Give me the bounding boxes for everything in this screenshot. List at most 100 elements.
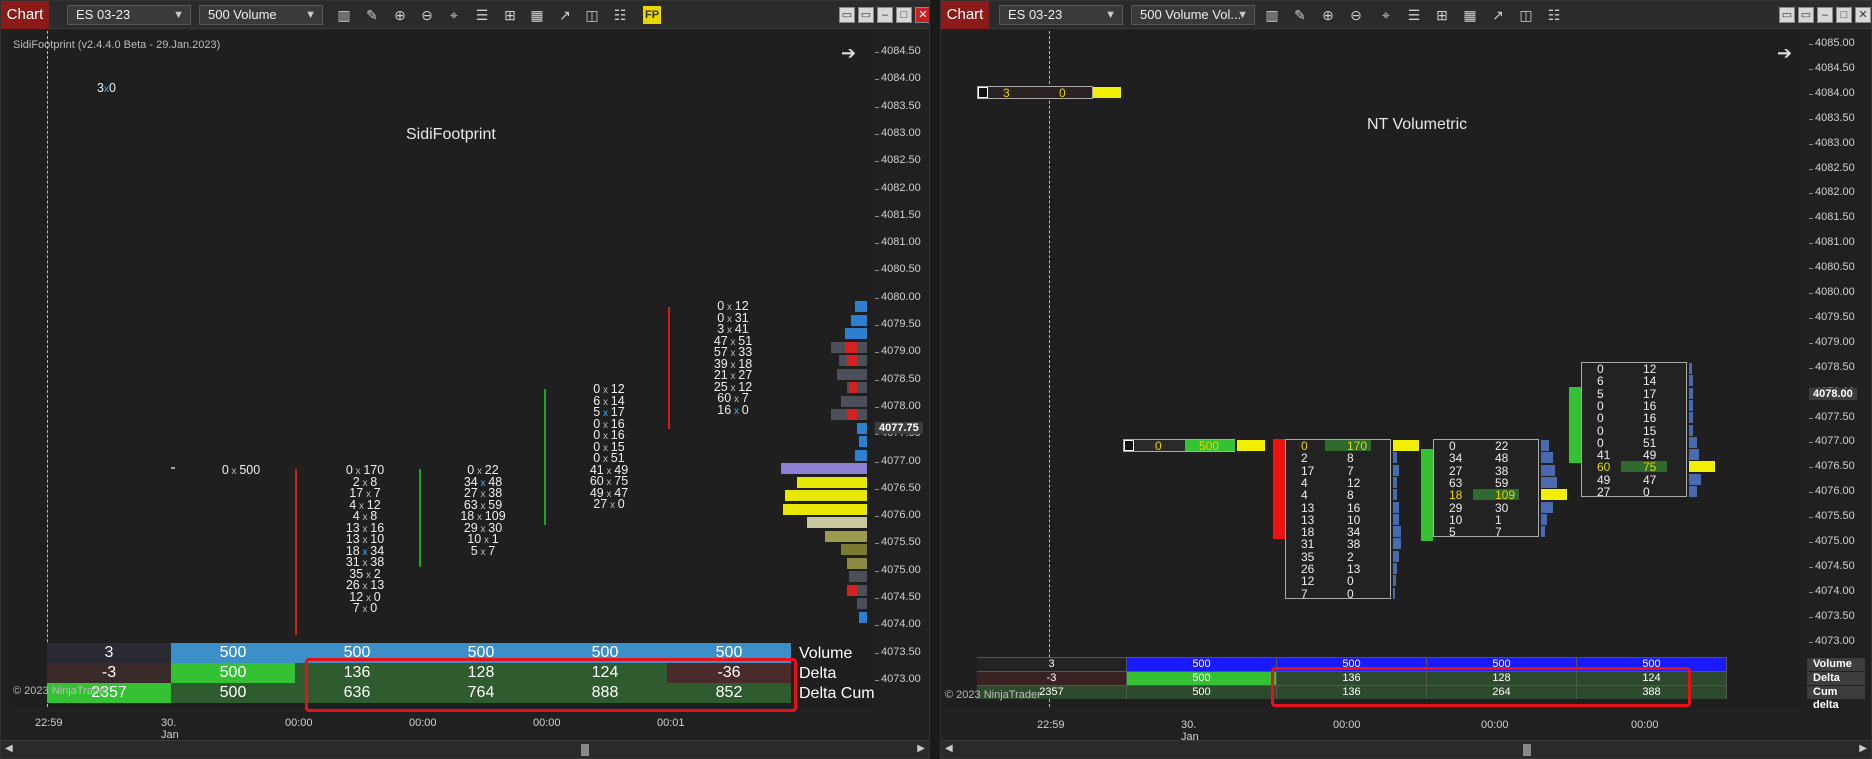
bar-volume-profile <box>1689 412 1693 424</box>
volumetric-candle <box>1569 387 1581 463</box>
restore-button[interactable]: ▭ <box>858 7 874 23</box>
zoom-in-icon[interactable]: ⊕ <box>391 6 409 24</box>
period-dropdown[interactable]: 500 Volume Vol... ▼ <box>1131 5 1255 25</box>
scroll-left-icon[interactable]: ◀ <box>5 743 13 754</box>
volume-profile-bar <box>859 436 867 447</box>
draw-pencil-icon[interactable]: ✎ <box>1291 6 1309 24</box>
bar-volume-profile <box>1393 587 1395 599</box>
bar-volume-profile <box>1393 526 1401 538</box>
price-tick-label: 4082.00 <box>875 181 921 194</box>
price-tick-label: 4078.00 <box>875 399 921 412</box>
footprint-row: 27 x 0 <box>579 498 639 511</box>
table-cell: 500 <box>171 643 295 663</box>
price-tick-label: 4079.50 <box>1809 310 1855 323</box>
footprint-row: 6 x 14 <box>579 394 639 407</box>
bid-value: 5 <box>470 543 478 558</box>
templates-icon[interactable]: ⊞ <box>1433 6 1451 24</box>
price-tick-label: 4084.50 <box>875 45 921 57</box>
crosshair-icon[interactable]: ⌖ <box>1377 6 1395 24</box>
price-axis[interactable]: 4085.00 4084.50 4084.00 4083.50 4083.00 4082.… <box>1809 31 1869 707</box>
indicators-icon[interactable]: ◫ <box>1517 6 1535 24</box>
close-button[interactable]: ✕ <box>915 7 929 23</box>
list-icon[interactable]: ☷ <box>611 6 629 24</box>
price-axis[interactable]: 4084.50 4084.00 4083.50 4083.00 4082.50 4082.… <box>875 31 929 707</box>
zoom-out-icon[interactable]: ⊖ <box>418 6 436 24</box>
bar-volume-profile <box>1393 563 1397 574</box>
properties-icon[interactable]: ▦ <box>528 6 546 24</box>
poc-marker <box>1393 440 1419 451</box>
footprint-column: 0 x 12 0 x 31 3 x 41 47 x 51 57 x 33 39 x 18 2… <box>703 300 763 417</box>
table-row-label: Delta (Bar) <box>1807 672 1865 697</box>
volume-profile-bar <box>781 463 867 474</box>
copyright-text: © 2023 NinjaTrader <box>13 685 109 697</box>
tile-button[interactable]: ▭ <box>1779 7 1795 23</box>
scroll-left-icon[interactable]: ◀ <box>945 743 953 754</box>
bar-volume-profile <box>1689 473 1701 485</box>
ask-value: 16 <box>1643 411 1657 426</box>
bar-volume-profile <box>1393 452 1397 464</box>
highlight-box <box>305 658 797 712</box>
footprint-row: 5 x 17 <box>579 406 639 419</box>
fp-badge-button[interactable]: FP <box>643 6 661 24</box>
separator-x: x <box>727 336 739 348</box>
properties-icon[interactable]: ▦ <box>1461 6 1479 24</box>
table-cell: -3 <box>47 663 171 683</box>
bar-style-icon[interactable]: ▥ <box>1263 6 1281 24</box>
period-dropdown[interactable]: 500 Volume ▼ <box>199 5 323 25</box>
bid-value: 63 <box>1449 475 1463 490</box>
separator-x: x <box>477 546 489 558</box>
volume-profile-delta <box>847 355 857 366</box>
separator-x: x <box>359 523 371 535</box>
tile-button[interactable]: ▭ <box>839 7 855 23</box>
close-button[interactable]: ✕ <box>1855 7 1871 23</box>
zoom-out-icon[interactable]: ⊖ <box>1347 6 1365 24</box>
strategies-icon[interactable]: ↗ <box>556 6 574 24</box>
poc-marker <box>1689 461 1715 473</box>
volume-profile-bar <box>859 612 867 623</box>
footprint-row: 13 x 16 <box>335 521 395 535</box>
price-tick-label: 4078.50 <box>875 372 921 385</box>
scroll-right-icon[interactable]: ▶ <box>1859 743 1867 754</box>
bar-volume-profile <box>1541 526 1545 538</box>
scroll-thumb[interactable] <box>581 744 589 756</box>
list-icon[interactable]: ☷ <box>1545 6 1563 24</box>
horizontal-scrollbar[interactable]: ◀ ▶ <box>1 740 929 758</box>
crosshair-icon[interactable]: ⌖ <box>445 6 463 24</box>
bid-value: 5 <box>1597 386 1604 401</box>
minimize-button[interactable]: – <box>877 7 893 23</box>
indicators-icon[interactable]: ◫ <box>583 6 601 24</box>
footprint-row: 39 x 18 <box>703 357 763 370</box>
maximize-button[interactable]: □ <box>1836 7 1852 23</box>
bid-value: 18 <box>1449 488 1463 503</box>
table-cell: 3 <box>977 657 1127 671</box>
strategies-icon[interactable]: ↗ <box>1489 6 1507 24</box>
draw-pencil-icon[interactable]: ✎ <box>363 6 381 24</box>
bar-style-icon[interactable]: ▥ <box>335 6 353 24</box>
ask-value: 17 <box>1643 386 1657 401</box>
data-box-icon[interactable]: ☰ <box>1405 6 1423 24</box>
bid-value: 29 <box>1449 500 1463 515</box>
price-tick-label: 4076.50 <box>875 481 921 494</box>
restore-button[interactable]: ▭ <box>1798 7 1814 23</box>
instrument-dropdown[interactable]: ES 03-23 ▼ <box>67 5 191 25</box>
chart-tab[interactable]: Chart <box>941 1 989 29</box>
candle-bar2 <box>419 469 421 567</box>
instrument-dropdown[interactable]: ES 03-23 ▼ <box>999 5 1123 25</box>
separator-x: x <box>607 500 618 511</box>
zoom-in-icon[interactable]: ⊕ <box>1319 6 1337 24</box>
templates-icon[interactable]: ⊞ <box>501 6 519 24</box>
scroll-thumb[interactable] <box>1523 744 1531 756</box>
chart-tab[interactable]: Chart <box>1 1 49 29</box>
data-box-icon[interactable]: ☰ <box>473 6 491 24</box>
separator-x: x <box>359 546 371 558</box>
scroll-to-latest-icon[interactable]: ➔ <box>841 43 856 64</box>
bid-value: 0 <box>1597 362 1604 376</box>
scroll-to-latest-icon[interactable]: ➔ <box>1777 43 1792 64</box>
minimize-button[interactable]: – <box>1817 7 1833 23</box>
scroll-right-icon[interactable]: ▶ <box>917 743 925 754</box>
price-tick-label: 4081.00 <box>875 236 921 249</box>
horizontal-scrollbar[interactable]: ◀ ▶ <box>941 740 1871 758</box>
table-cell: 500 <box>171 683 295 703</box>
candle-bar0 <box>171 467 175 469</box>
maximize-button[interactable]: □ <box>896 7 912 23</box>
